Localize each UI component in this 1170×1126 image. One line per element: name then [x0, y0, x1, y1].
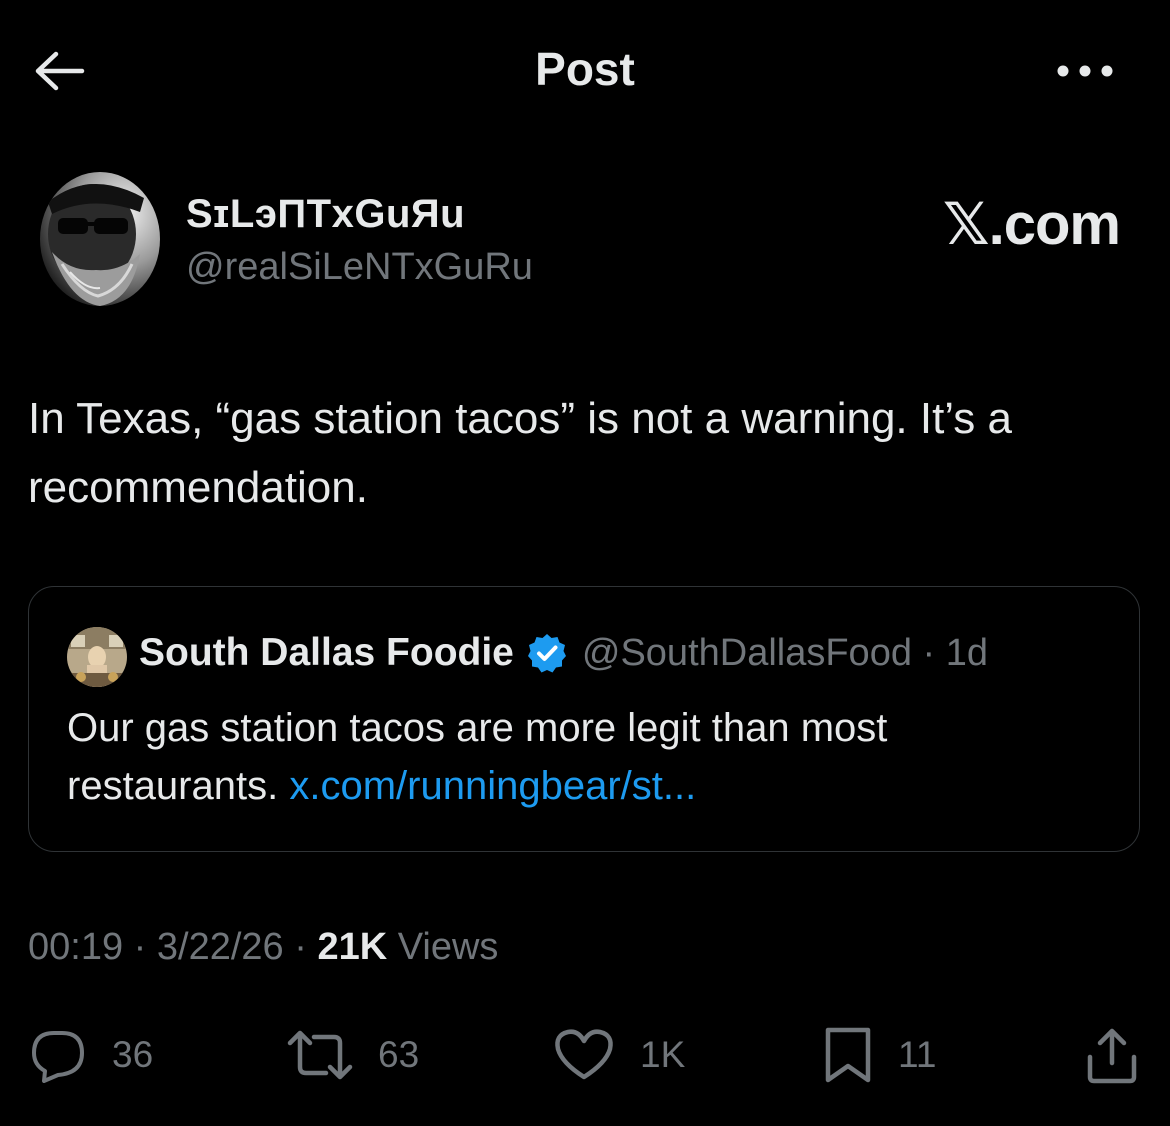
like-button[interactable]: 1K	[552, 1020, 685, 1090]
post-meta: 00:19 · 3/22/26 · 21K Views	[28, 926, 498, 969]
heart-icon	[552, 1027, 616, 1083]
reply-count: 36	[112, 1034, 154, 1075]
x-brand-logo: 𝕏.com	[942, 192, 1121, 257]
quoted-post-header: South Dallas Foodie @SouthDallasFood · 1…	[139, 631, 988, 675]
quoted-author-handle-time: @SouthDallasFood · 1d	[581, 631, 988, 674]
bookmark-button[interactable]: 11	[822, 1020, 936, 1090]
quoted-post-link[interactable]: x.com/runningbear/st...	[289, 764, 696, 808]
reply-button[interactable]: 36	[28, 1020, 153, 1090]
verified-badge-icon	[526, 632, 568, 674]
quoted-post-text: Our gas station tacos are more legit tha…	[67, 699, 1107, 815]
author-avatar[interactable]	[40, 172, 160, 306]
more-dots-icon	[1055, 63, 1115, 79]
reply-icon	[28, 1027, 88, 1083]
views-label: Views	[397, 926, 499, 968]
author-display-name[interactable]: SɪLэПTxGuЯu	[186, 192, 465, 237]
views-count[interactable]: 21K	[317, 926, 387, 968]
repost-icon	[286, 1027, 354, 1083]
post-text: In Texas, “gas station tacos” is not a w…	[28, 394, 1012, 512]
post-time: 00:19	[28, 926, 124, 968]
author-row: SɪLэПTxGuЯu @realSiLeNTxGuRu 𝕏.com	[40, 172, 1140, 308]
author-handle[interactable]: @realSiLeNTxGuRu	[186, 246, 533, 289]
repost-count: 63	[378, 1034, 420, 1075]
bookmark-count: 11	[898, 1034, 937, 1075]
like-count: 1K	[640, 1034, 686, 1075]
page-title: Post	[535, 43, 635, 95]
quoted-author-name: South Dallas Foodie	[139, 631, 514, 674]
meta-separator: ·	[294, 926, 307, 968]
more-options-button[interactable]	[1050, 54, 1120, 88]
meta-separator: ·	[133, 926, 147, 968]
action-bar: 36 63 1K 11	[0, 1020, 1170, 1090]
repost-button[interactable]: 63	[286, 1020, 419, 1090]
quoted-post-card[interactable]: South Dallas Foodie @SouthDallasFood · 1…	[28, 586, 1140, 852]
bookmark-icon	[822, 1026, 874, 1084]
share-icon	[1084, 1025, 1140, 1085]
top-bar: Post	[0, 0, 1170, 140]
quoted-author-avatar	[67, 627, 127, 687]
post-date: 3/22/26	[156, 926, 284, 968]
share-button[interactable]	[1084, 1020, 1140, 1090]
